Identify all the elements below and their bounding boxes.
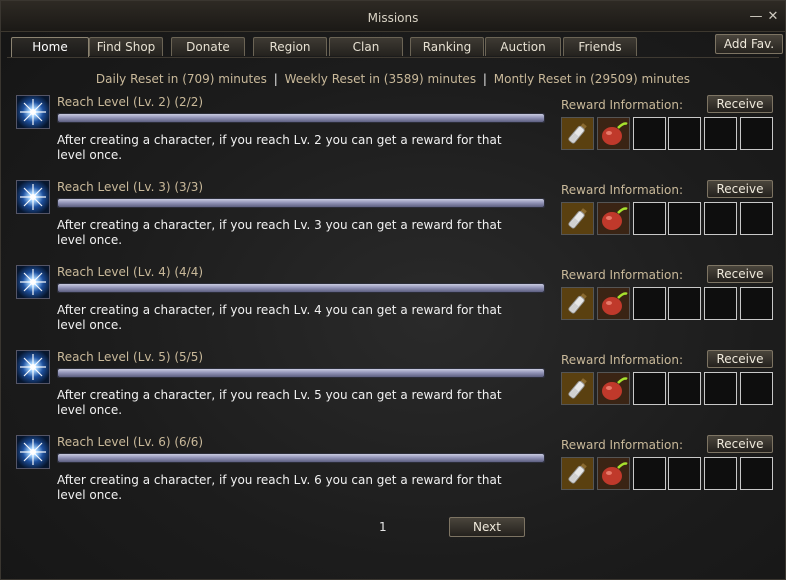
empty-reward-slot [740, 287, 773, 320]
mission-title: Reach Level (Lv. 6) (6/6) [57, 435, 204, 449]
progress-fill [58, 369, 544, 377]
close-icon[interactable]: ✕ [766, 10, 780, 24]
star-icon [16, 95, 50, 129]
progress-bar [57, 368, 545, 378]
empty-reward-slot [704, 457, 737, 490]
empty-reward-slot [633, 287, 666, 320]
empty-reward-slot [740, 457, 773, 490]
mission-row: Reach Level (Lv. 4) (4/4) After creating… [1, 265, 786, 350]
progress-bar [57, 453, 545, 463]
daily-reset-text: Daily Reset in (709) minutes [95, 72, 267, 86]
tab-donate[interactable]: Donate [171, 37, 245, 56]
mission-title: Reach Level (Lv. 4) (4/4) [57, 265, 204, 279]
potion-icon[interactable] [561, 202, 594, 235]
mission-title: Reach Level (Lv. 2) (2/2) [57, 95, 204, 109]
monthly-reset-text: Montly Reset in (29509) minutes [493, 72, 691, 86]
empty-reward-slot [633, 372, 666, 405]
receive-button[interactable]: Receive [707, 95, 773, 113]
star-icon [16, 180, 50, 214]
potion-icon[interactable] [561, 457, 594, 490]
tab-friends[interactable]: Friends [563, 37, 637, 56]
missions-window: Missions — ✕ Home Find Shop Donate Regio… [0, 0, 786, 580]
empty-reward-slot [740, 372, 773, 405]
empty-reward-slot [668, 117, 701, 150]
progress-fill [58, 454, 544, 462]
reward-info-label: Reward Information: [561, 353, 684, 367]
minimize-icon[interactable]: — [749, 10, 763, 24]
tab-clan[interactable]: Clan [329, 37, 403, 56]
reward-info-label: Reward Information: [561, 98, 684, 112]
page-number: 1 [379, 520, 387, 534]
empty-reward-slot [668, 202, 701, 235]
empty-reward-slot [668, 287, 701, 320]
tab-divider [7, 57, 779, 58]
separator: | [273, 72, 278, 86]
receive-button[interactable]: Receive [707, 435, 773, 453]
progress-bar [57, 113, 545, 123]
potion-icon[interactable] [561, 117, 594, 150]
mission-description: After creating a character, if you reach… [57, 218, 502, 247]
empty-reward-slot [704, 117, 737, 150]
mission-row: Reach Level (Lv. 2) (2/2) After creating… [1, 95, 786, 180]
progress-fill [58, 199, 544, 207]
empty-reward-slot [704, 287, 737, 320]
star-icon [16, 265, 50, 299]
fruit-icon[interactable] [597, 202, 630, 235]
window-title: Missions [367, 11, 419, 25]
progress-bar [57, 283, 545, 293]
mission-row: Reach Level (Lv. 5) (5/5) After creating… [1, 350, 786, 435]
progress-bar [57, 198, 545, 208]
reward-info-label: Reward Information: [561, 438, 684, 452]
receive-button[interactable]: Receive [707, 180, 773, 198]
mission-description: After creating a character, if you reach… [57, 473, 502, 502]
title-bar: Missions — ✕ [1, 1, 785, 32]
empty-reward-slot [740, 117, 773, 150]
star-icon [16, 435, 50, 469]
reward-info-label: Reward Information: [561, 268, 684, 282]
fruit-icon[interactable] [597, 457, 630, 490]
progress-fill [58, 114, 544, 122]
fruit-icon[interactable] [597, 372, 630, 405]
empty-reward-slot [704, 372, 737, 405]
tab-home[interactable]: Home [11, 37, 89, 58]
reset-timers: Daily Reset in (709) minutes | Weekly Re… [1, 72, 785, 86]
receive-button[interactable]: Receive [707, 350, 773, 368]
mission-row: Reach Level (Lv. 3) (3/3) After creating… [1, 180, 786, 265]
tab-ranking[interactable]: Ranking [410, 37, 484, 56]
fruit-icon[interactable] [597, 117, 630, 150]
mission-title: Reach Level (Lv. 5) (5/5) [57, 350, 204, 364]
weekly-reset-text: Weekly Reset in (3589) minutes [284, 72, 477, 86]
tab-region[interactable]: Region [253, 37, 327, 56]
receive-button[interactable]: Receive [707, 265, 773, 283]
tab-find-shop[interactable]: Find Shop [89, 37, 163, 56]
add-fav-button[interactable]: Add Fav. [715, 34, 783, 54]
fruit-icon[interactable] [597, 287, 630, 320]
empty-reward-slot [704, 202, 737, 235]
reward-info-label: Reward Information: [561, 183, 684, 197]
empty-reward-slot [633, 457, 666, 490]
empty-reward-slot [633, 117, 666, 150]
potion-icon[interactable] [561, 372, 594, 405]
mission-description: After creating a character, if you reach… [57, 388, 502, 417]
separator: | [482, 72, 487, 86]
empty-reward-slot [668, 457, 701, 490]
potion-icon[interactable] [561, 287, 594, 320]
mission-row: Reach Level (Lv. 6) (6/6) After creating… [1, 435, 786, 520]
empty-reward-slot [633, 202, 666, 235]
mission-title: Reach Level (Lv. 3) (3/3) [57, 180, 204, 194]
mission-description: After creating a character, if you reach… [57, 133, 502, 162]
progress-fill [58, 284, 544, 292]
tab-auction[interactable]: Auction [485, 37, 561, 56]
mission-description: After creating a character, if you reach… [57, 303, 502, 332]
next-page-button[interactable]: Next [449, 517, 525, 537]
empty-reward-slot [740, 202, 773, 235]
star-icon [16, 350, 50, 384]
empty-reward-slot [668, 372, 701, 405]
